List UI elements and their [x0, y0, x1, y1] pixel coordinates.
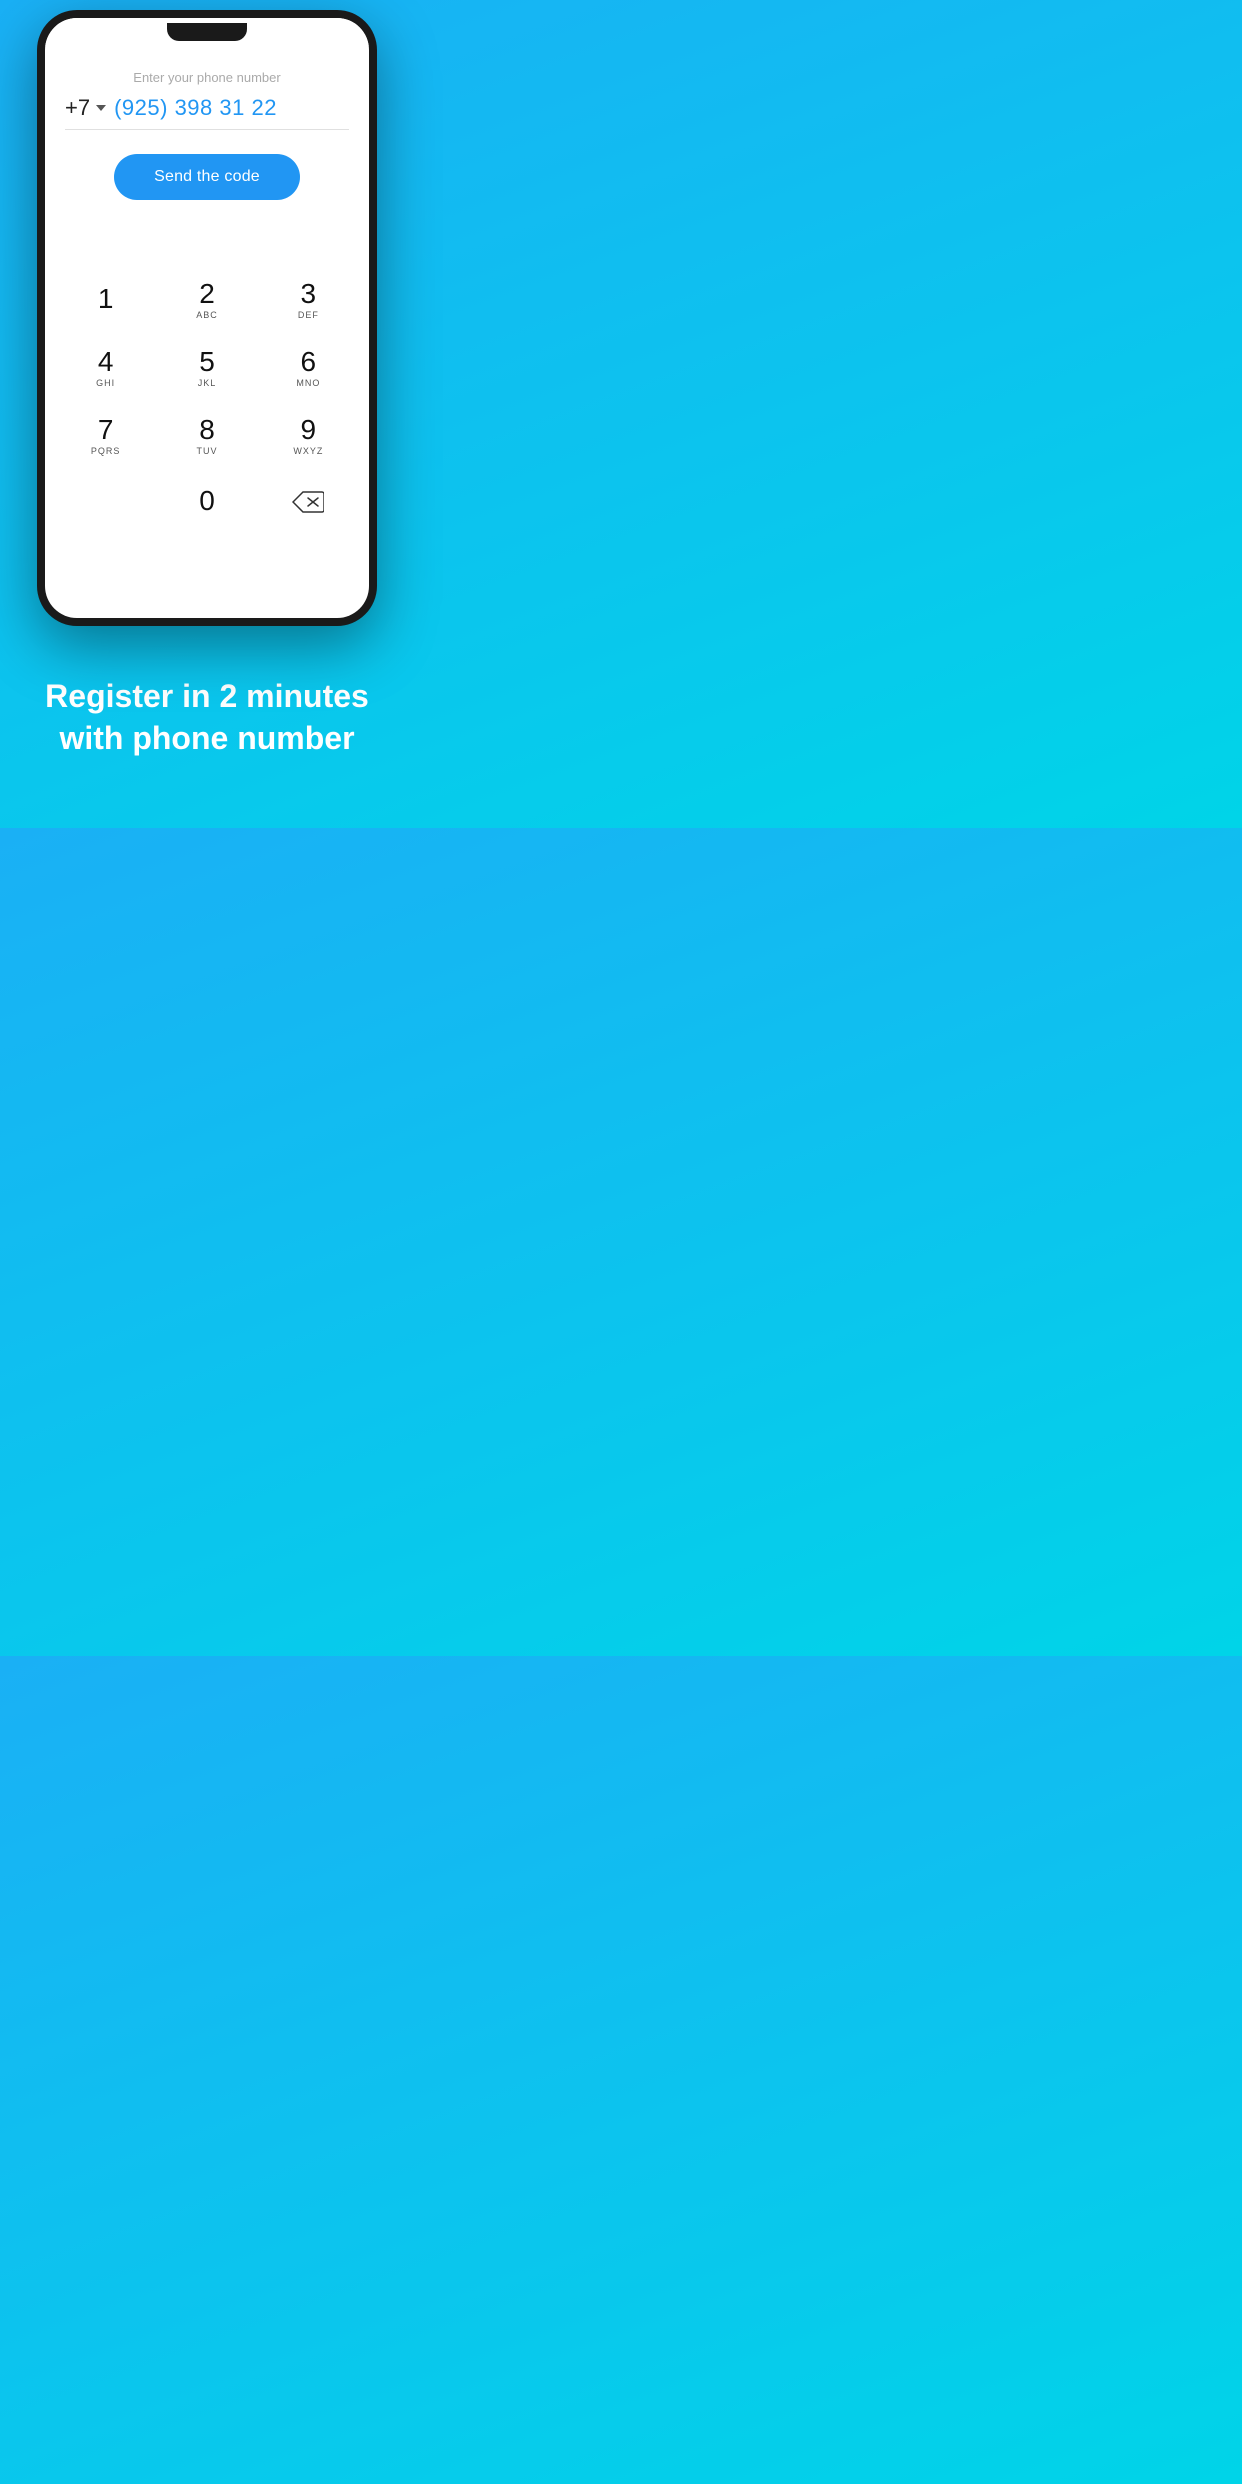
input-section: Enter your phone number +7 (925) 398 31 …: [45, 46, 369, 236]
country-code-text: +7: [65, 95, 90, 121]
key-2-letters: ABC: [196, 310, 218, 320]
key-1[interactable]: 1: [55, 266, 156, 334]
key-7-number: 7: [98, 416, 114, 444]
key-9-number: 9: [301, 416, 317, 444]
send-code-button[interactable]: Send the code: [114, 154, 300, 200]
key-4-letters: GHI: [96, 378, 115, 388]
phone-top-bar: [45, 18, 369, 46]
keypad: 1 2 ABC 3 DEF 4 GHI 5 JKL: [45, 266, 369, 544]
backspace-button[interactable]: [258, 470, 359, 534]
key-5[interactable]: 5 JKL: [156, 334, 257, 402]
key-5-letters: JKL: [198, 378, 217, 388]
bottom-text-area: Register in 2 minutes with phone number: [0, 626, 414, 819]
key-0[interactable]: 0: [156, 470, 257, 534]
key-1-number: 1: [98, 285, 114, 313]
key-7[interactable]: 7 PQRS: [55, 402, 156, 470]
backspace-icon: [292, 491, 324, 513]
key-9[interactable]: 9 WXYZ: [258, 402, 359, 470]
key-0-number: 0: [199, 487, 215, 515]
phone-notch: [167, 23, 247, 41]
country-code-selector[interactable]: +7: [65, 95, 106, 121]
key-4[interactable]: 4 GHI: [55, 334, 156, 402]
key-3[interactable]: 3 DEF: [258, 266, 359, 334]
key-4-number: 4: [98, 348, 114, 376]
key-7-letters: PQRS: [91, 446, 121, 456]
key-9-letters: WXYZ: [293, 446, 323, 456]
phone-input-row[interactable]: +7 (925) 398 31 22: [65, 95, 349, 130]
key-3-letters: DEF: [298, 310, 319, 320]
phone-wrapper: Enter your phone number +7 (925) 398 31 …: [0, 0, 414, 626]
spacer: [45, 236, 369, 266]
key-3-number: 3: [301, 280, 317, 308]
register-tagline: Register in 2 minutes with phone number: [40, 676, 374, 759]
key-2[interactable]: 2 ABC: [156, 266, 257, 334]
key-8-number: 8: [199, 416, 215, 444]
key-empty-left: [55, 470, 156, 534]
key-5-number: 5: [199, 348, 215, 376]
phone-screen: Enter your phone number +7 (925) 398 31 …: [45, 18, 369, 618]
phone-number-display[interactable]: (925) 398 31 22: [114, 95, 349, 121]
key-6-letters: MNO: [296, 378, 320, 388]
key-2-number: 2: [199, 280, 215, 308]
key-8[interactable]: 8 TUV: [156, 402, 257, 470]
key-8-letters: TUV: [196, 446, 217, 456]
country-code-dropdown-icon: [96, 105, 106, 111]
key-6[interactable]: 6 MNO: [258, 334, 359, 402]
phone-input-label: Enter your phone number: [133, 70, 280, 85]
key-6-number: 6: [301, 348, 317, 376]
phone-device: Enter your phone number +7 (925) 398 31 …: [37, 10, 377, 626]
